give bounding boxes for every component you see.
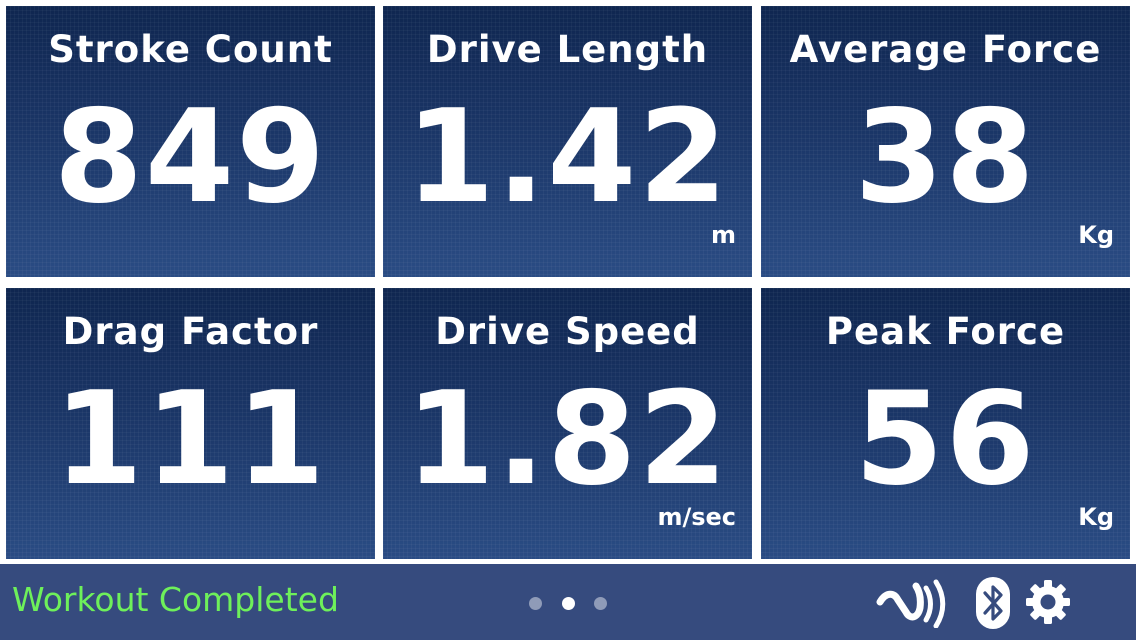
tile-stroke-count: Stroke Count 849 — [6, 6, 375, 277]
tile-title: Drive Speed — [435, 310, 700, 353]
tile-title: Drag Factor — [62, 310, 319, 353]
nfc-icon[interactable] — [874, 578, 950, 628]
status-bar: Workout Completed — [0, 564, 1136, 640]
tile-peak-force: Peak Force 56 Kg — [761, 288, 1130, 559]
tile-value: 1.82 — [405, 365, 730, 514]
tile-value: 38 — [854, 83, 1037, 232]
tile-value: 111 — [53, 365, 328, 514]
tile-value: 1.42 — [405, 83, 730, 232]
tile-title: Peak Force — [825, 310, 1066, 353]
page-dot[interactable] — [594, 597, 607, 610]
tile-unit: Kg — [1078, 221, 1114, 249]
tile-drag-factor: Drag Factor 111 — [6, 288, 375, 559]
tile-title: Drive Length — [426, 28, 709, 71]
page-dot[interactable] — [529, 597, 542, 610]
status-message: Workout Completed — [12, 580, 339, 619]
tile-unit: m — [710, 221, 736, 249]
tile-unit: m/sec — [657, 503, 736, 531]
gear-icon[interactable] — [1024, 578, 1072, 626]
tile-title: Average Force — [789, 28, 1102, 71]
tile-drive-speed: Drive Speed 1.82 m/sec — [383, 288, 752, 559]
page-dot-active[interactable] — [562, 597, 575, 610]
metrics-grid: Stroke Count 849 Drive Length 1.42 m Ave… — [0, 0, 1136, 564]
tile-drive-length: Drive Length 1.42 m — [383, 6, 752, 277]
bluetooth-icon[interactable] — [973, 575, 1013, 631]
tile-average-force: Average Force 38 Kg — [761, 6, 1130, 277]
tile-value: 849 — [53, 83, 328, 232]
tile-unit: Kg — [1078, 503, 1114, 531]
tile-title: Stroke Count — [48, 28, 333, 71]
tile-value: 56 — [854, 365, 1037, 514]
